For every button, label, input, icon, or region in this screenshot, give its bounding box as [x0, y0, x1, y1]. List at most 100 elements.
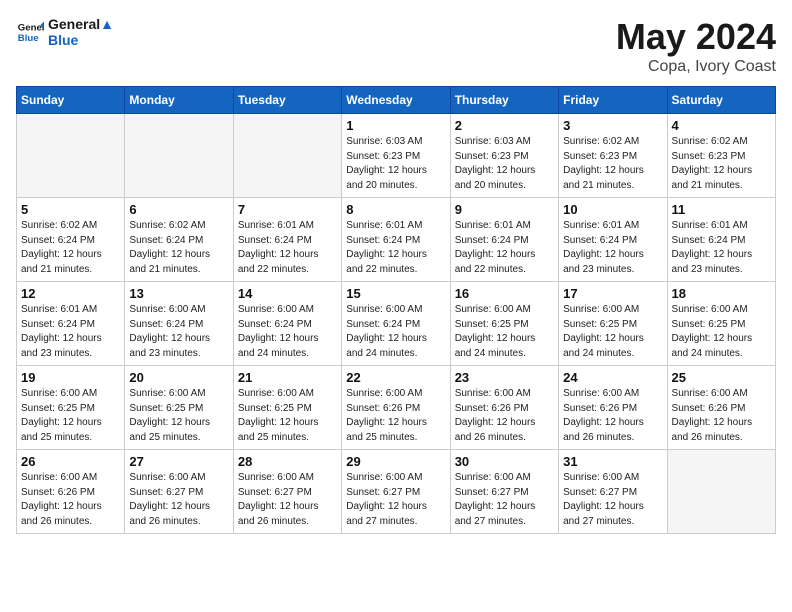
- logo-text: General▲ Blue: [48, 16, 114, 48]
- day-info: Sunrise: 6:01 AM Sunset: 6:24 PM Dayligh…: [672, 219, 771, 277]
- weekday-header-cell: Saturday: [667, 87, 775, 114]
- day-info: Sunrise: 6:00 AM Sunset: 6:27 PM Dayligh…: [563, 471, 662, 529]
- day-number: 23: [455, 370, 554, 385]
- day-info: Sunrise: 6:00 AM Sunset: 6:26 PM Dayligh…: [455, 387, 554, 445]
- calendar-day-cell: 10 Sunrise: 6:01 AM Sunset: 6:24 PM Dayli…: [559, 198, 667, 282]
- calendar-day-cell: 2Sunrise: 6:03 AM Sunset: 6:23 PM Daylig…: [450, 114, 558, 198]
- day-number: 12: [21, 286, 120, 301]
- calendar-week-row: 1 Sunrise: 6:03 AM Sunset: 6:23 PM Daylig…: [17, 114, 776, 198]
- day-info: Sunrise: 6:02 AM Sunset: 6:24 PM Dayligh…: [21, 219, 120, 277]
- svg-text:Blue: Blue: [18, 33, 39, 44]
- calendar-day-cell: 14Sunrise: 6:00 AM Sunset: 6:24 PM Dayli…: [233, 282, 341, 366]
- day-info: Sunrise: 6:02 AM Sunset: 6:23 PM Dayligh…: [672, 135, 771, 193]
- weekday-header-cell: Wednesday: [342, 87, 450, 114]
- calendar-day-cell: 17 Sunrise: 6:00 AM Sunset: 6:25 PM Dayli…: [559, 282, 667, 366]
- page-header: General Blue General▲ Blue May 2024 Copa…: [16, 16, 776, 76]
- day-info: Sunrise: 6:00 AM Sunset: 6:27 PM Dayligh…: [455, 471, 554, 529]
- calendar-day-cell: 6Sunrise: 6:02 AM Sunset: 6:24 PM Daylig…: [125, 198, 233, 282]
- day-number: 14: [238, 286, 337, 301]
- calendar-table: SundayMondayTuesdayWednesdayThursdayFrid…: [16, 86, 776, 534]
- calendar-day-cell: 29 Sunrise: 6:00 AM Sunset: 6:27 PM Dayli…: [342, 450, 450, 534]
- day-number: 21: [238, 370, 337, 385]
- day-info: Sunrise: 6:00 AM Sunset: 6:25 PM Dayligh…: [21, 387, 120, 445]
- day-number: 22: [346, 370, 445, 385]
- calendar-day-cell: 18Sunrise: 6:00 AM Sunset: 6:25 PM Dayli…: [667, 282, 775, 366]
- calendar-day-cell: 21Sunrise: 6:00 AM Sunset: 6:25 PM Dayli…: [233, 366, 341, 450]
- calendar-day-cell: 30 Sunrise: 6:00 AM Sunset: 6:27 PM Dayli…: [450, 450, 558, 534]
- day-number: 1: [346, 118, 445, 133]
- calendar-day-cell: 11 Sunrise: 6:01 AM Sunset: 6:24 PM Dayli…: [667, 198, 775, 282]
- day-info: Sunrise: 6:00 AM Sunset: 6:24 PM Dayligh…: [129, 303, 228, 361]
- day-info: Sunrise: 6:01 AM Sunset: 6:24 PM Dayligh…: [563, 219, 662, 277]
- day-info: Sunrise: 6:00 AM Sunset: 6:24 PM Dayligh…: [346, 303, 445, 361]
- day-info: Sunrise: 6:02 AM Sunset: 6:23 PM Dayligh…: [563, 135, 662, 193]
- day-info: Sunrise: 6:01 AM Sunset: 6:24 PM Dayligh…: [455, 219, 554, 277]
- day-info: Sunrise: 6:00 AM Sunset: 6:26 PM Dayligh…: [346, 387, 445, 445]
- day-info: Sunrise: 6:01 AM Sunset: 6:24 PM Dayligh…: [238, 219, 337, 277]
- calendar-day-cell: 5 Sunrise: 6:02 AM Sunset: 6:24 PM Daylig…: [17, 198, 125, 282]
- day-number: 27: [129, 454, 228, 469]
- day-number: 20: [129, 370, 228, 385]
- calendar-day-cell: 31Sunrise: 6:00 AM Sunset: 6:27 PM Dayli…: [559, 450, 667, 534]
- calendar-day-cell: 15 Sunrise: 6:00 AM Sunset: 6:24 PM Dayli…: [342, 282, 450, 366]
- day-number: 3: [563, 118, 662, 133]
- svg-text:General: General: [18, 22, 44, 33]
- day-number: 9: [455, 202, 554, 217]
- calendar-day-cell: 26 Sunrise: 6:00 AM Sunset: 6:26 PM Dayli…: [17, 450, 125, 534]
- weekday-header-row: SundayMondayTuesdayWednesdayThursdayFrid…: [17, 87, 776, 114]
- day-info: Sunrise: 6:02 AM Sunset: 6:24 PM Dayligh…: [129, 219, 228, 277]
- day-number: 17: [563, 286, 662, 301]
- calendar-day-cell: 23 Sunrise: 6:00 AM Sunset: 6:26 PM Dayli…: [450, 366, 558, 450]
- weekday-header-cell: Monday: [125, 87, 233, 114]
- calendar-week-row: 12 Sunrise: 6:01 AM Sunset: 6:24 PM Dayli…: [17, 282, 776, 366]
- day-info: Sunrise: 6:00 AM Sunset: 6:26 PM Dayligh…: [672, 387, 771, 445]
- day-number: 29: [346, 454, 445, 469]
- weekday-header-cell: Thursday: [450, 87, 558, 114]
- calendar-day-cell: [233, 114, 341, 198]
- calendar-day-cell: 25Sunrise: 6:00 AM Sunset: 6:26 PM Dayli…: [667, 366, 775, 450]
- calendar-title: May 2024: [616, 16, 776, 58]
- day-number: 15: [346, 286, 445, 301]
- logo-icon: General Blue: [16, 18, 44, 46]
- day-number: 8: [346, 202, 445, 217]
- day-info: Sunrise: 6:01 AM Sunset: 6:24 PM Dayligh…: [21, 303, 120, 361]
- day-info: Sunrise: 6:00 AM Sunset: 6:25 PM Dayligh…: [672, 303, 771, 361]
- calendar-day-cell: 19 Sunrise: 6:00 AM Sunset: 6:25 PM Dayli…: [17, 366, 125, 450]
- day-number: 26: [21, 454, 120, 469]
- calendar-day-cell: 4 Sunrise: 6:02 AM Sunset: 6:23 PM Daylig…: [667, 114, 775, 198]
- calendar-day-cell: 7 Sunrise: 6:01 AM Sunset: 6:24 PM Daylig…: [233, 198, 341, 282]
- day-number: 5: [21, 202, 120, 217]
- calendar-day-cell: 20 Sunrise: 6:00 AM Sunset: 6:25 PM Dayli…: [125, 366, 233, 450]
- day-number: 16: [455, 286, 554, 301]
- calendar-day-cell: 1 Sunrise: 6:03 AM Sunset: 6:23 PM Daylig…: [342, 114, 450, 198]
- calendar-day-cell: 24 Sunrise: 6:00 AM Sunset: 6:26 PM Dayli…: [559, 366, 667, 450]
- day-info: Sunrise: 6:00 AM Sunset: 6:26 PM Dayligh…: [563, 387, 662, 445]
- day-number: 24: [563, 370, 662, 385]
- day-number: 11: [672, 202, 771, 217]
- calendar-week-row: 26 Sunrise: 6:00 AM Sunset: 6:26 PM Dayli…: [17, 450, 776, 534]
- calendar-day-cell: [667, 450, 775, 534]
- calendar-location: Copa, Ivory Coast: [616, 58, 776, 76]
- logo: General Blue General▲ Blue: [16, 16, 114, 48]
- calendar-week-row: 5 Sunrise: 6:02 AM Sunset: 6:24 PM Daylig…: [17, 198, 776, 282]
- day-number: 2: [455, 118, 554, 133]
- day-info: Sunrise: 6:03 AM Sunset: 6:23 PM Dayligh…: [346, 135, 445, 193]
- calendar-day-cell: 16Sunrise: 6:00 AM Sunset: 6:25 PM Dayli…: [450, 282, 558, 366]
- day-info: Sunrise: 6:00 AM Sunset: 6:25 PM Dayligh…: [129, 387, 228, 445]
- weekday-header-cell: Friday: [559, 87, 667, 114]
- day-info: Sunrise: 6:00 AM Sunset: 6:27 PM Dayligh…: [346, 471, 445, 529]
- day-number: 28: [238, 454, 337, 469]
- day-info: Sunrise: 6:00 AM Sunset: 6:27 PM Dayligh…: [238, 471, 337, 529]
- weekday-header-cell: Sunday: [17, 87, 125, 114]
- calendar-day-cell: 3 Sunrise: 6:02 AM Sunset: 6:23 PM Daylig…: [559, 114, 667, 198]
- day-number: 10: [563, 202, 662, 217]
- day-number: 7: [238, 202, 337, 217]
- day-number: 19: [21, 370, 120, 385]
- calendar-day-cell: [125, 114, 233, 198]
- calendar-day-cell: 28 Sunrise: 6:00 AM Sunset: 6:27 PM Dayli…: [233, 450, 341, 534]
- calendar-day-cell: 9 Sunrise: 6:01 AM Sunset: 6:24 PM Daylig…: [450, 198, 558, 282]
- day-info: Sunrise: 6:00 AM Sunset: 6:25 PM Dayligh…: [563, 303, 662, 361]
- day-number: 30: [455, 454, 554, 469]
- day-info: Sunrise: 6:00 AM Sunset: 6:26 PM Dayligh…: [21, 471, 120, 529]
- day-number: 4: [672, 118, 771, 133]
